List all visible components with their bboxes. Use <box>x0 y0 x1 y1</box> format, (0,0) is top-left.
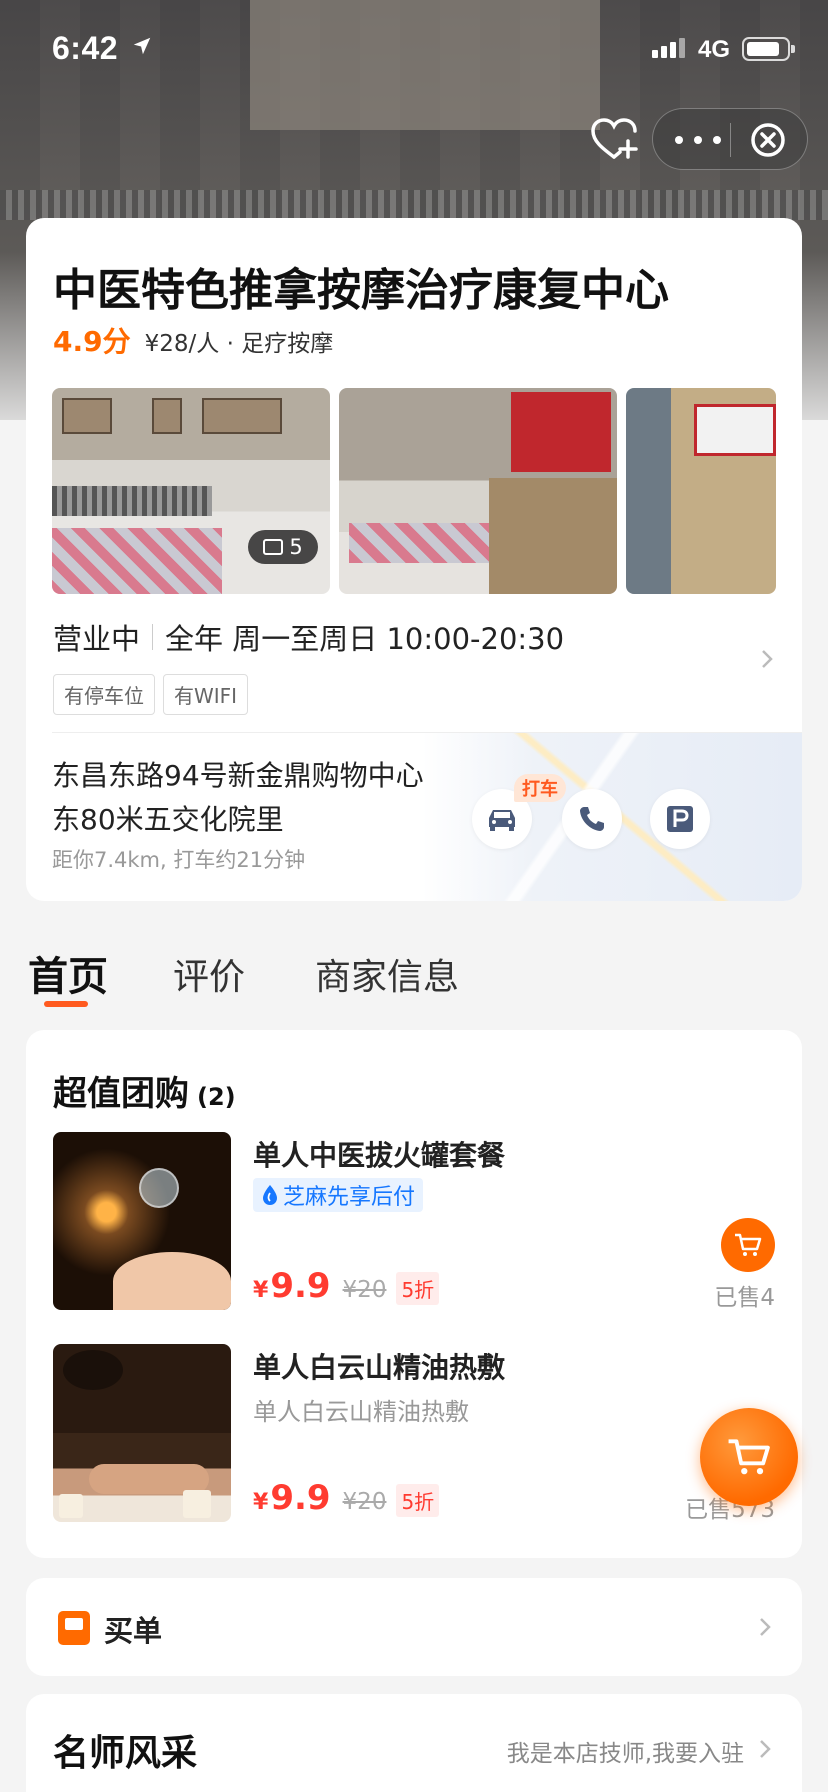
chevron-right-icon[interactable] <box>758 1738 772 1760</box>
group-deals-card: 超值团购 (2) 单人中医拔火罐套餐 芝麻先享后付 ¥9.9 ¥20 5折 已售4 <box>26 1030 802 1558</box>
join-as-technician-link[interactable]: 我是本店技师,我要入驻 <box>507 1734 744 1768</box>
more-icon[interactable] <box>675 127 721 153</box>
status-time: 6:42 <box>52 30 119 66</box>
battery-icon <box>742 37 795 61</box>
original-price: ¥20 <box>342 1489 387 1515</box>
original-price: ¥20 <box>342 1277 387 1303</box>
status-bar: 6:42 4G <box>0 0 828 96</box>
mini-program-capsule <box>652 108 808 170</box>
deal-item[interactable]: 单人中医拔火罐套餐 芝麻先享后付 ¥9.9 ¥20 5折 已售4 <box>53 1132 775 1312</box>
shop-price-category: ¥28/人 · 足疗按摩 <box>144 331 334 357</box>
taxi-badge: 打车 <box>514 774 566 802</box>
hours-text: 全年 周一至周日 10:00-20:30 <box>165 622 565 656</box>
open-status: 营业中 <box>53 622 141 656</box>
sold-count: 已售4 <box>714 1285 775 1311</box>
distance-text: 距你7.4km, 打车约21分钟 <box>52 848 306 872</box>
shop-meta: 4.9分 ¥28/人 · 足疗按摩 <box>53 320 333 360</box>
business-hours[interactable]: 营业中 全年 周一至周日 10:00-20:30 <box>53 616 564 658</box>
cart-icon <box>728 1439 770 1475</box>
favorite-add-icon[interactable] <box>588 115 640 163</box>
discount-badge: 5折 <box>396 1484 440 1517</box>
network-type: 4G <box>698 36 731 63</box>
call-button[interactable] <box>562 789 622 849</box>
shop-photo[interactable] <box>626 388 776 594</box>
tab-reviews[interactable]: 评价 <box>173 948 245 1000</box>
photo-count-badge: 5 <box>248 530 318 564</box>
cart-icon <box>735 1233 762 1256</box>
shop-photo[interactable] <box>339 388 617 594</box>
parking-button[interactable] <box>650 789 710 849</box>
phone-icon <box>580 807 604 831</box>
shop-photo[interactable]: 5 <box>52 388 330 594</box>
shop-name: 中医特色推拿按摩治疗康复中心 <box>53 265 669 316</box>
teachers-title: 名师风采 <box>53 1733 198 1774</box>
address-text[interactable]: 东昌东路94号新金鼎购物中心 东80米五交化院里 <box>52 754 472 842</box>
deal-name: 单人中医拔火罐套餐 <box>253 1139 506 1172</box>
photo-gallery[interactable]: 5 <box>52 388 776 594</box>
address-block[interactable]: 东昌东路94号新金鼎购物中心 东80米五交化院里 距你7.4km, 打车约21分… <box>52 732 802 901</box>
tab-bar: 首页 评价 商家信息 <box>0 940 828 1010</box>
deal-image-cupping <box>53 1132 231 1310</box>
shop-rating: 4.9分 <box>53 325 131 358</box>
location-arrow-icon <box>133 37 151 55</box>
photos-icon <box>263 539 284 555</box>
price-row: ¥9.9 ¥20 5折 <box>253 1266 440 1306</box>
tag-parking: 有停车位 <box>53 674 155 715</box>
tag-wifi: 有WIFI <box>163 674 249 715</box>
radiator-row <box>0 190 828 220</box>
deals-title: 超值团购 (2) <box>53 1074 236 1114</box>
deal-item[interactable]: 单人白云山精油热敷 单人白云山精油热敷 ¥9.9 ¥20 5折 已售573 <box>53 1344 775 1524</box>
deal-price: ¥9.9 <box>253 1478 331 1518</box>
sesame-credit-badge: 芝麻先享后付 <box>253 1178 424 1212</box>
parking-icon <box>667 806 693 832</box>
close-icon[interactable] <box>749 121 787 159</box>
pay-bill-row[interactable]: 买单 <box>26 1578 802 1676</box>
active-tab-indicator <box>44 1001 88 1007</box>
tab-merchant-info[interactable]: 商家信息 <box>315 948 459 1000</box>
deal-price: ¥9.9 <box>253 1266 331 1306</box>
facility-tags: 有停车位 有WIFI <box>53 674 249 715</box>
deal-subtitle: 单人白云山精油热敷 <box>253 1398 469 1426</box>
bill-icon <box>58 1611 90 1645</box>
price-row: ¥9.9 ¥20 5折 <box>253 1478 440 1518</box>
chevron-right-icon <box>760 1618 771 1636</box>
shop-info-card: 中医特色推拿按摩治疗康复中心 4.9分 ¥28/人 · 足疗按摩 5 营业中 全… <box>26 218 802 901</box>
featured-teachers-card: 名师风采 我是本店技师,我要入驻 <box>26 1694 802 1792</box>
pay-bill-label: 买单 <box>104 1614 163 1648</box>
deal-name: 单人白云山精油热敷 <box>253 1351 506 1384</box>
add-to-cart-button[interactable] <box>721 1218 775 1272</box>
car-icon <box>489 810 515 831</box>
floating-cart-button[interactable] <box>700 1408 798 1506</box>
drop-icon <box>263 1185 277 1205</box>
signal-icon <box>652 38 685 58</box>
tab-home[interactable]: 首页 <box>28 944 108 1002</box>
deals-count: (2) <box>197 1083 236 1111</box>
discount-badge: 5折 <box>396 1272 440 1305</box>
chevron-right-icon[interactable] <box>760 648 774 670</box>
deal-image-massage <box>53 1344 231 1522</box>
